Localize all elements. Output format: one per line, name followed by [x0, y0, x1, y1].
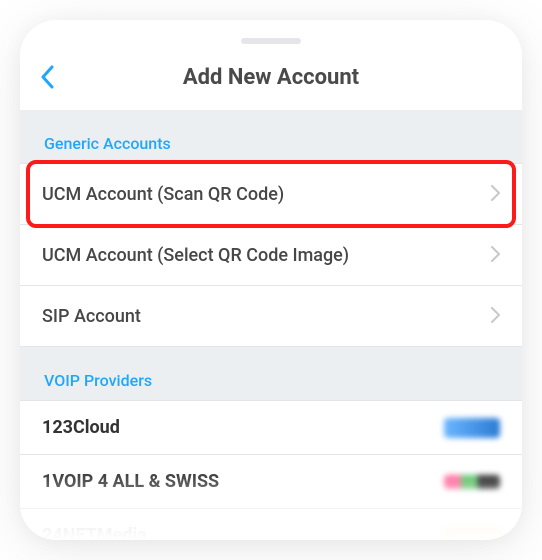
device-frame: Add New Account Generic Accounts UCM Acc…	[20, 20, 522, 540]
row-label: UCM Account (Select QR Code Image)	[42, 245, 349, 266]
provider-logo-icon	[444, 527, 500, 541]
provider-logo-icon	[444, 475, 500, 489]
row-ucm-select-qr-image[interactable]: UCM Account (Select QR Code Image)	[20, 224, 522, 285]
provider-logo-icon	[444, 418, 500, 438]
navigation-header: Add New Account	[20, 44, 522, 110]
provider-label: 123Cloud	[42, 417, 120, 438]
section-voip-providers: VOIP Providers 123Cloud 1VOIP 4 ALL & SW…	[20, 347, 522, 540]
section-generic-accounts: Generic Accounts UCM Account (Scan QR Co…	[20, 110, 522, 347]
back-button[interactable]	[40, 65, 54, 89]
row-label: UCM Account (Scan QR Code)	[42, 184, 284, 205]
provider-row-1voip[interactable]: 1VOIP 4 ALL & SWISS	[20, 454, 522, 508]
row-ucm-scan-qr[interactable]: UCM Account (Scan QR Code)	[20, 163, 522, 224]
section-header-generic: Generic Accounts	[20, 110, 522, 163]
provider-row-24netmedia[interactable]: 24NETMedia	[20, 508, 522, 540]
row-sip-account[interactable]: SIP Account	[20, 285, 522, 347]
chevron-right-icon	[491, 182, 500, 206]
provider-row-123cloud[interactable]: 123Cloud	[20, 400, 522, 454]
provider-label: 1VOIP 4 ALL & SWISS	[42, 471, 219, 492]
row-label: SIP Account	[42, 306, 141, 327]
provider-label: 24NETMedia	[42, 525, 147, 540]
page-title: Add New Account	[20, 65, 522, 90]
section-header-voip: VOIP Providers	[20, 347, 522, 400]
chevron-right-icon	[491, 243, 500, 267]
chevron-right-icon	[491, 304, 500, 328]
